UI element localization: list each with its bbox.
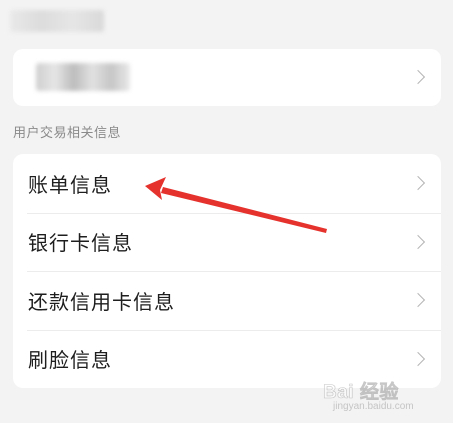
page-title-blurred [10,10,104,32]
chevron-right-icon [410,69,426,85]
list-item-bank-card-info[interactable]: 银行卡信息 [13,212,441,272]
account-card[interactable] [13,49,441,106]
list-item-label: 账单信息 [28,172,112,197]
account-name-blurred [36,63,130,91]
watermark-url: jingyan.baidu.com [333,401,414,412]
list-item-bill-info[interactable]: 账单信息 [13,154,441,213]
chevron-right-icon [410,234,426,249]
list-item-repayment-card-info[interactable]: 还款信用卡信息 [13,271,441,330]
chevron-right-icon [410,292,426,308]
transaction-info-list: 账单信息 银行卡信息 还款信用卡信息 刷脸信息 [13,154,441,388]
watermark-logo: Bai 经验 [323,382,399,404]
section-label: 用户交易相关信息 [13,126,122,141]
chevron-right-icon [410,175,426,191]
chevron-right-icon [410,351,426,366]
list-item-label: 还款信用卡信息 [28,289,175,314]
list-item-label: 刷脸信息 [28,348,112,373]
list-item-label: 银行卡信息 [28,231,133,256]
watermark: Bai 经验 jingyan.baidu.com [323,377,431,417]
